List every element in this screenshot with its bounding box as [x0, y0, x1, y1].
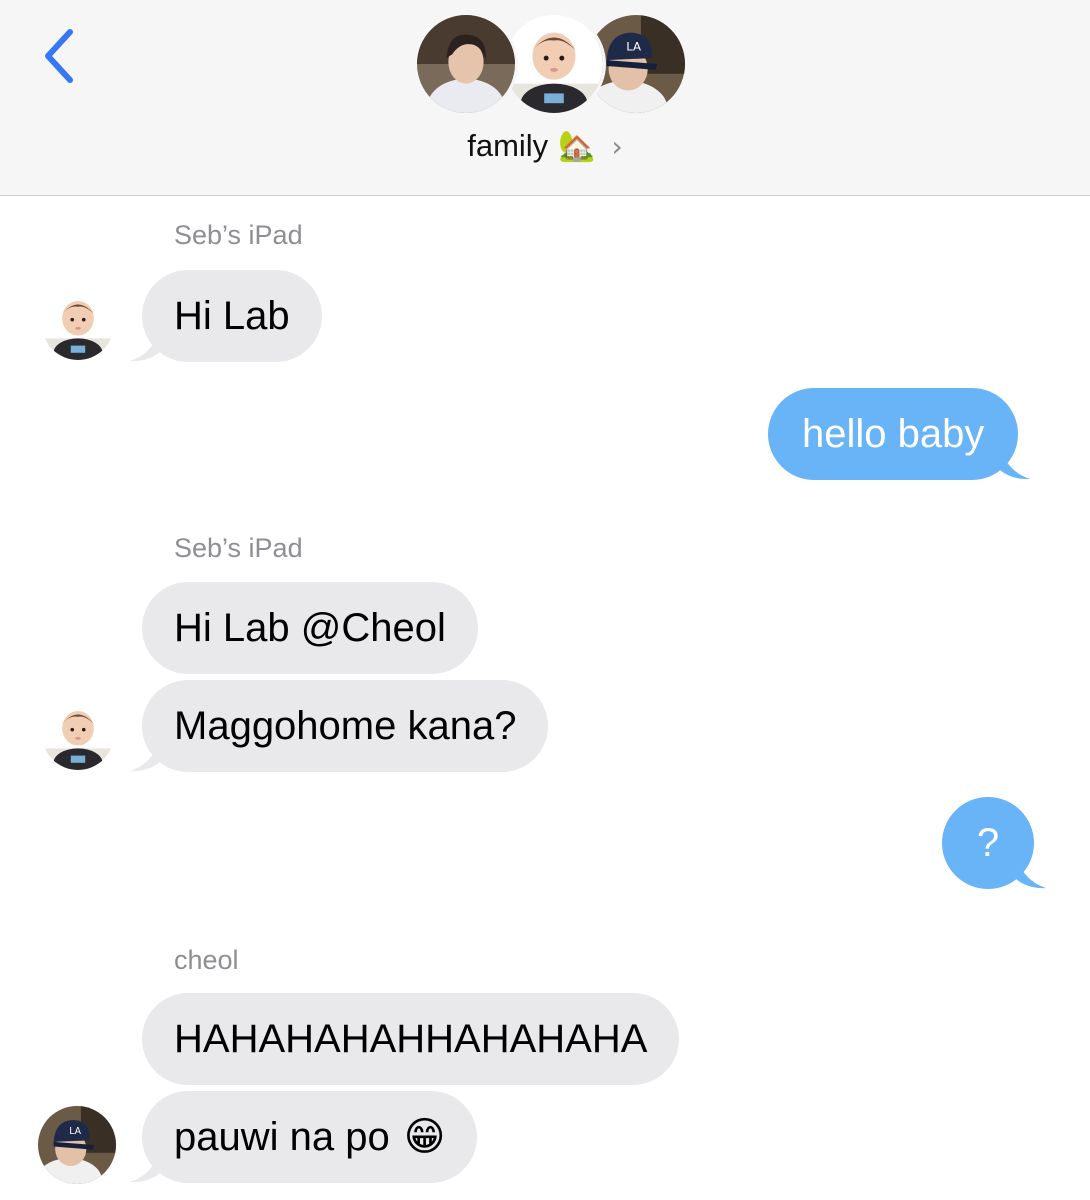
baby-avatar[interactable] [42, 698, 114, 770]
message-bubble-incoming[interactable]: HAHAHAHAHHAHAHAHA [142, 993, 680, 1085]
grinning-face-icon: 😁 [403, 1114, 446, 1160]
back-button[interactable] [30, 22, 90, 92]
bubble-tail [1000, 448, 1031, 480]
bubble-tail [130, 330, 160, 362]
person-avatar [414, 12, 518, 116]
house-icon: 🏡 [558, 128, 596, 164]
baby-avatar[interactable] [42, 288, 114, 360]
conversation-header: family 🏡 › [0, 0, 1090, 196]
bubble-tail [130, 740, 160, 772]
message-text: ? [976, 820, 1000, 865]
message-text: hello baby [802, 411, 985, 456]
chevron-right-icon: › [611, 129, 623, 163]
message-bubble-incoming[interactable]: pauwi na po 😁 [130, 1091, 478, 1183]
sender-label: cheol [174, 945, 239, 975]
message-text: Maggohome kana? [174, 703, 517, 748]
bubble-tail [130, 1151, 160, 1183]
cap-avatar[interactable] [38, 1106, 116, 1184]
bubble-tail [1016, 857, 1046, 889]
group-name: family [467, 128, 549, 163]
message-text: HAHAHAHAHHAHAHAHA [174, 1016, 648, 1061]
sender-label: Seb’s iPad [174, 220, 303, 250]
sender-label: Seb’s iPad [174, 533, 303, 563]
message-bubble-incoming[interactable]: Hi Lab [130, 270, 322, 362]
message-text: pauwi na po [174, 1114, 390, 1159]
message-text: Hi Lab @Cheol [174, 605, 446, 650]
message-text: Hi Lab [174, 293, 290, 338]
message-bubble-outgoing[interactable]: hello baby [768, 388, 1031, 480]
group-avatars[interactable] [414, 12, 688, 120]
group-name-button[interactable]: family 🏡 › [0, 128, 1090, 164]
message-bubble-incoming[interactable]: Hi Lab @Cheol [142, 582, 478, 674]
chevron-left-icon [45, 29, 73, 83]
message-bubble-incoming[interactable]: Maggohome kana? [130, 680, 549, 772]
message-bubble-outgoing[interactable]: ? [942, 797, 1046, 889]
